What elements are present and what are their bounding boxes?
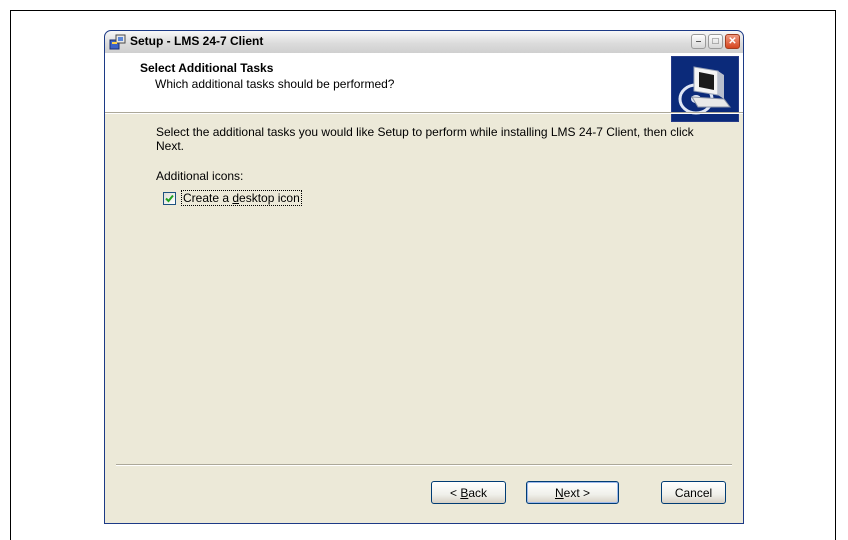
instructions-text: Select the additional tasks you would li… bbox=[156, 125, 694, 153]
title-bar-buttons: – □ ✕ bbox=[691, 34, 740, 49]
header-divider bbox=[105, 112, 743, 114]
page-subtitle: Which additional tasks should be perform… bbox=[155, 77, 395, 91]
setup-window: Setup - LMS 24-7 Client – □ ✕ Select Add… bbox=[104, 30, 744, 524]
window-client-area: Select Additional Tasks Which additional… bbox=[105, 53, 743, 523]
cancel-button[interactable]: Cancel bbox=[661, 481, 726, 504]
desktop-icon-checkbox[interactable] bbox=[163, 191, 176, 205]
window-title: Setup - LMS 24-7 Client bbox=[130, 34, 264, 48]
label-part: esktop icon bbox=[239, 191, 300, 205]
footer-divider bbox=[116, 464, 732, 466]
close-button[interactable]: ✕ bbox=[725, 34, 740, 49]
maximize-icon: □ bbox=[712, 35, 719, 47]
title-bar[interactable]: Setup - LMS 24-7 Client – □ ✕ bbox=[105, 31, 743, 54]
setup-installer-icon bbox=[109, 34, 126, 50]
button-text-part: < bbox=[449, 485, 461, 500]
minimize-icon: – bbox=[695, 35, 702, 47]
wizard-body: Select the additional tasks you would li… bbox=[156, 125, 696, 206]
page-title: Select Additional Tasks bbox=[140, 61, 274, 75]
task-create-desktop-icon[interactable]: Create a desktop icon bbox=[163, 190, 696, 206]
additional-icons-label: Additional icons: bbox=[156, 169, 244, 183]
maximize-button[interactable]: □ bbox=[708, 34, 723, 49]
checkmark-icon bbox=[165, 194, 174, 202]
minimize-button[interactable]: – bbox=[691, 34, 706, 49]
button-text-part: ack bbox=[468, 485, 488, 500]
label-part: Create a bbox=[183, 191, 233, 205]
close-icon: ✕ bbox=[728, 35, 737, 47]
button-text-part: ext > bbox=[563, 485, 591, 500]
wizard-header: Select Additional Tasks Which additional… bbox=[105, 53, 743, 122]
desktop-icon-label[interactable]: Create a desktop icon bbox=[181, 190, 302, 206]
button-accelerator: N bbox=[554, 485, 564, 500]
back-button[interactable]: < Back bbox=[431, 481, 506, 504]
button-accelerator: B bbox=[460, 485, 469, 500]
next-button[interactable]: Next > bbox=[526, 481, 619, 504]
